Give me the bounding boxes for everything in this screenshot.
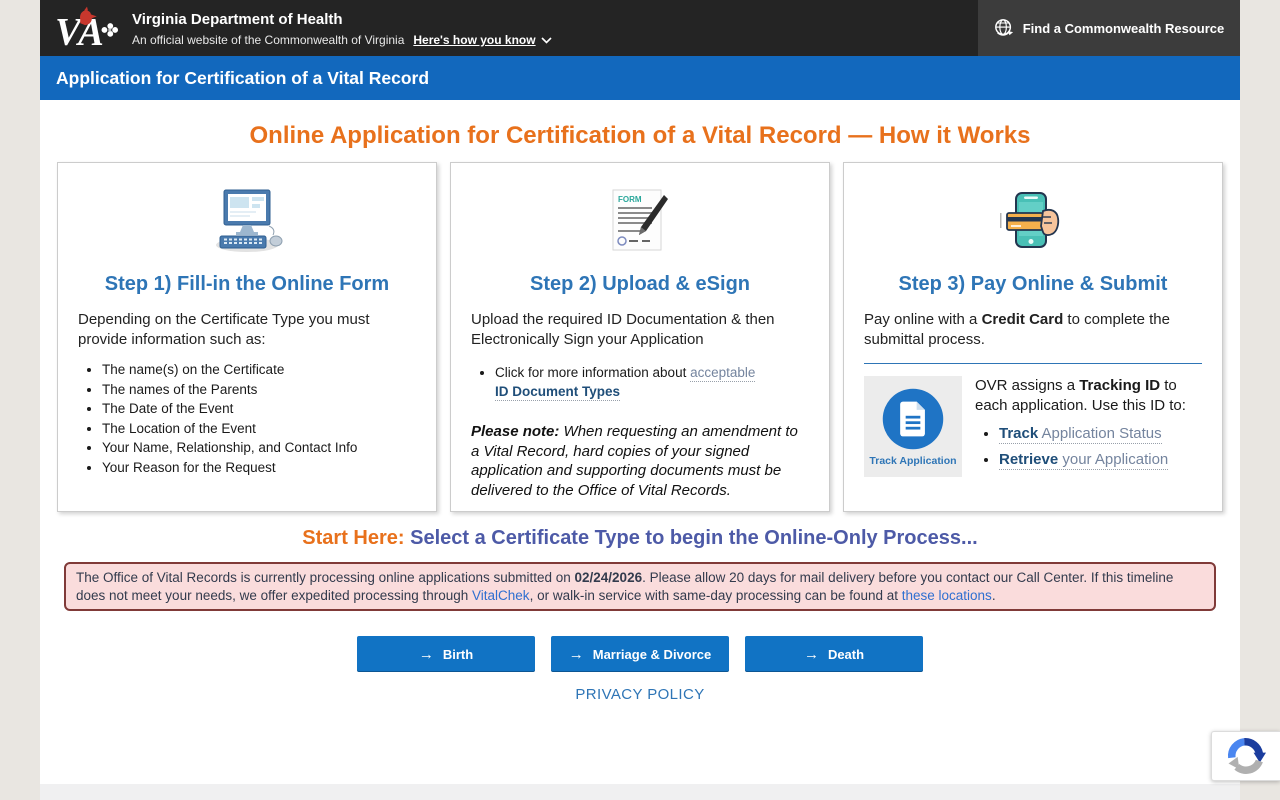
track-document-icon [880, 386, 946, 452]
official-site-text: An official website of the Commonwealth … [132, 33, 404, 47]
retrieve-application-link[interactable]: Retrieve your Application [999, 451, 1168, 470]
list-item: Your Reason for the Request [102, 461, 416, 475]
form-document-icon: FORM [612, 189, 668, 253]
intro-highlight: Online Application [250, 122, 461, 149]
step3-heading: Step 3) Pay Online & Submit [864, 273, 1202, 296]
intro-heading: Online Application for Certification of … [40, 100, 1240, 151]
banner-title: Application for Certification of a Vital… [56, 68, 429, 89]
pay-online-icon [999, 191, 1067, 251]
list-item: Click for more information about accepta… [495, 363, 809, 401]
acceptable-link[interactable]: acceptable [690, 365, 755, 382]
arrow-icon: → [419, 646, 434, 663]
death-button[interactable]: →Death [745, 636, 923, 672]
va-logo-icon[interactable]: VA [55, 5, 119, 51]
list-item: Retrieve your Application [999, 451, 1202, 469]
track-application-tile[interactable]: Track Application [864, 376, 962, 477]
step1-bullet-list: The name(s) on the Certificate The names… [78, 363, 416, 475]
privacy-policy-link[interactable]: PRIVACY POLICY [40, 686, 1240, 703]
main-content: Online Application for Certification of … [40, 100, 1240, 784]
card-divider [864, 363, 1202, 364]
list-item: The Location of the Event [102, 422, 416, 436]
birth-button[interactable]: →Birth [357, 636, 535, 672]
id-document-types-link[interactable]: ID Document Types [495, 384, 620, 401]
page-container: VA Virginia Department of Health An offi… [40, 0, 1240, 800]
step3-lead: Pay online with a Credit Card to complet… [864, 310, 1202, 350]
step-cards: Step 1) Fill-in the Online Form Dependin… [40, 151, 1240, 512]
marriage-divorce-button[interactable]: →Marriage & Divorce [551, 636, 729, 672]
intro-rest: for Certification of a Vital Record — Ho… [461, 122, 1031, 149]
list-item: The names of the Parents [102, 383, 416, 397]
app-header: VA Virginia Department of Health An offi… [40, 0, 1240, 56]
please-note: Please note: When requesting an amendmen… [471, 422, 809, 500]
arrow-icon: → [804, 646, 819, 663]
recaptcha-icon [1226, 736, 1266, 776]
page-banner: Application for Certification of a Vital… [40, 56, 1240, 100]
svg-text:VA: VA [55, 10, 104, 51]
track-status-link[interactable]: Track Application Status [999, 425, 1162, 444]
step2-heading: Step 2) Upload & eSign [471, 273, 809, 296]
list-item: Your Name, Relationship, and Contact Inf… [102, 441, 416, 455]
chevron-down-icon [541, 37, 552, 44]
commonwealth-resource-link[interactable]: Find a Commonwealth Resource [978, 0, 1240, 56]
tracking-links: Track Application Status Retrieve your A… [975, 425, 1202, 469]
heres-how-you-know-link[interactable]: Here's how you know [413, 33, 551, 47]
list-item: Track Application Status [999, 425, 1202, 443]
certificate-buttons: →Birth →Marriage & Divorce →Death [40, 636, 1240, 672]
processing-notice: The Office of Vital Records is currently… [64, 562, 1216, 611]
arrow-icon: → [569, 646, 584, 663]
list-item: The Date of the Event [102, 402, 416, 416]
globe-icon [994, 18, 1014, 38]
track-row: Track Application OVR assigns a Tracking… [864, 376, 1202, 477]
step-card-3: Step 3) Pay Online & Submit Pay online w… [843, 162, 1223, 512]
step1-heading: Step 1) Fill-in the Online Form [78, 273, 416, 296]
list-item: The name(s) on the Certificate [102, 363, 416, 377]
step-card-2: FORM Step 2) Upload & eSign Upload [450, 162, 830, 512]
these-locations-link[interactable]: these locations [902, 588, 992, 603]
step-card-1: Step 1) Fill-in the Online Form Dependin… [57, 162, 437, 512]
step2-bullet-list: Click for more information about accepta… [471, 363, 809, 401]
recaptcha-badge[interactable] [1211, 731, 1280, 781]
tile-label: Track Application [869, 455, 956, 467]
header-titles: Virginia Department of Health An officia… [132, 9, 552, 47]
start-here-heading: Start Here: Select a Certificate Type to… [40, 527, 1240, 550]
footer-strip [40, 784, 1240, 800]
header-left: VA Virginia Department of Health An offi… [40, 0, 552, 56]
step2-lead: Upload the required ID Documentation & t… [471, 310, 809, 350]
vitalchek-link[interactable]: VitalChek [472, 588, 530, 603]
agency-title: Virginia Department of Health [132, 11, 552, 29]
processing-date: 02/24/2026 [575, 570, 643, 585]
tracking-info: OVR assigns a Tracking ID to each applic… [975, 376, 1202, 416]
computer-icon [201, 188, 293, 254]
svg-text:FORM: FORM [618, 195, 642, 204]
step1-lead: Depending on the Certificate Type you mu… [78, 310, 416, 350]
